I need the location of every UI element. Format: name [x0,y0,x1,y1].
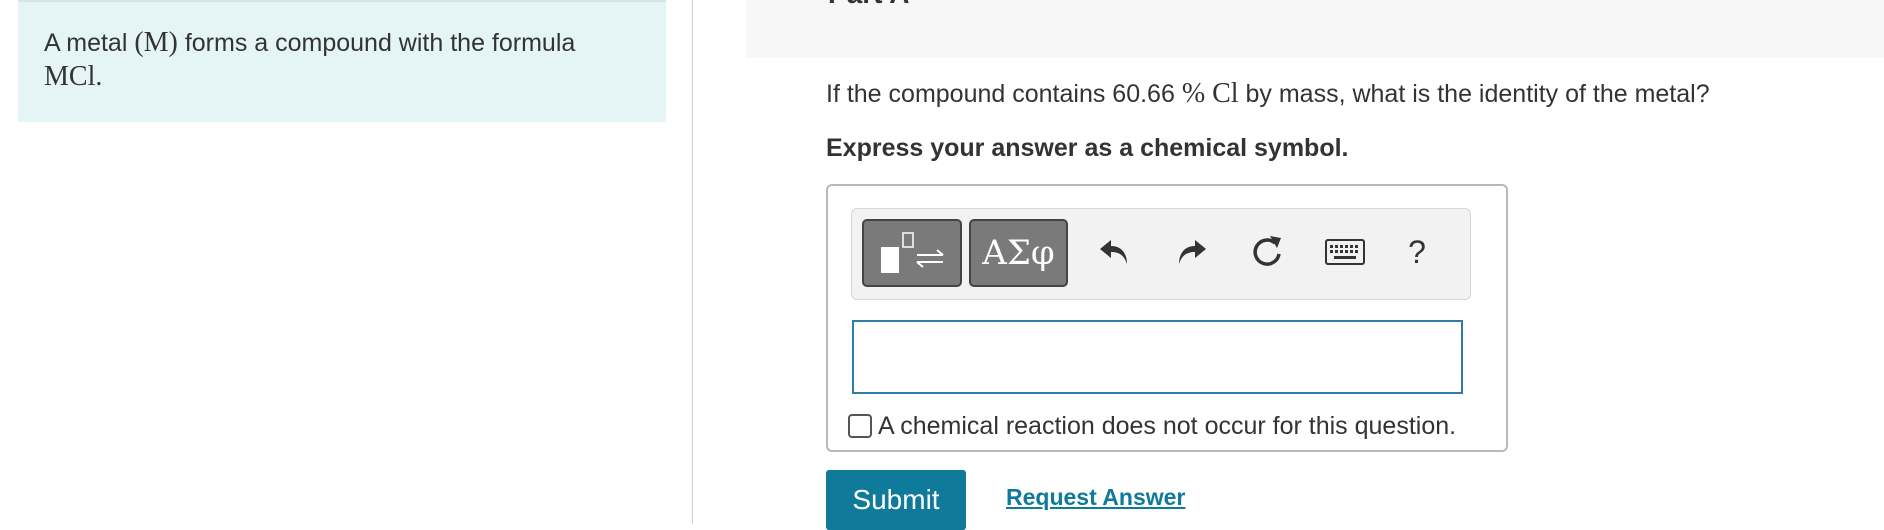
undo-icon [1100,240,1127,264]
problem-intro-box: A metal (M) forms a compound with the fo… [18,0,666,122]
request-answer-link[interactable]: Request Answer [1006,484,1185,511]
no-reaction-label: A chemical reaction does not occur for t… [878,411,1457,440]
reset-icon [1253,236,1281,266]
reset-button[interactable] [1240,225,1294,279]
greek-symbols-button[interactable]: ΑΣφ [969,219,1068,287]
metal-symbol: (M) [134,27,178,58]
redo-button[interactable] [1164,225,1218,279]
intro-text-part-2: forms a compound with the formula [177,29,576,57]
answer-instruction: Express your answer as a chemical symbol… [826,134,1349,162]
keyboard-icon [1325,239,1365,265]
question-text-part-1: If the compound contains 60.66 [826,80,1182,108]
percent-symbol: % [1181,78,1206,109]
intro-text-part-1: A metal [44,29,135,57]
answer-panel: ΑΣφ ? A chemical reaction does not occur… [826,184,1508,452]
part-header: Part A [746,0,1884,58]
no-reaction-checkbox[interactable] [848,414,872,438]
templates-button[interactable] [862,219,962,287]
no-reaction-option[interactable]: A chemical reaction does not occur for t… [848,410,1456,442]
keyboard-button[interactable] [1318,225,1372,279]
compound-formula: MCl. [44,61,103,92]
undo-button[interactable] [1088,225,1142,279]
left-column: A metal (M) forms a compound with the fo… [0,0,692,524]
column-divider [692,0,693,524]
chlorine-symbol: Cl [1212,78,1239,109]
help-icon: ? [1408,233,1426,270]
help-button[interactable]: ? [1390,225,1444,279]
part-title: Part A [828,0,909,10]
question-text: If the compound contains 60.66 % Cl by m… [826,78,1710,110]
question-text-part-2: by mass, what is the identity of the met… [1238,80,1710,108]
math-toolbar: ΑΣφ ? [851,208,1471,300]
problem-intro-text: A metal (M) forms a compound with the fo… [44,26,644,94]
answer-input[interactable] [852,320,1463,394]
submit-button[interactable]: Submit [826,470,966,530]
redo-icon [1179,240,1206,264]
templates-icon [881,232,944,273]
